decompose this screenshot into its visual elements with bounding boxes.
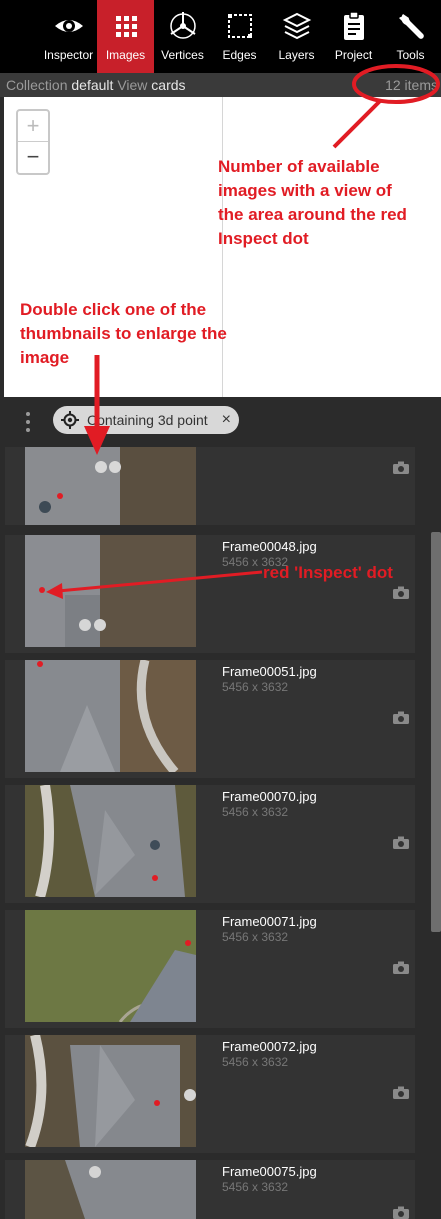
image-dimensions: 5456 x 3632 [222,805,289,819]
vertices-icon [169,12,196,39]
image-thumbnail[interactable] [25,1160,196,1219]
image-filename: Frame00070.jpg [222,789,317,804]
camera-icon[interactable] [393,1206,409,1219]
clipboard-icon [343,11,364,40]
tool-project[interactable]: Project [325,0,382,73]
eye-icon [54,20,83,32]
image-filename: Frame00048.jpg [222,539,317,554]
zoom-in-button[interactable]: + [18,111,48,142]
camera-icon[interactable] [393,836,409,849]
image-dimensions: 5456 x 3632 [222,680,289,694]
tool-images[interactable]: Images [97,0,154,73]
tool-tools[interactable]: Tools [382,0,439,73]
image-filename: Frame00071.jpg [222,914,317,929]
image-card[interactable] [5,447,415,525]
zoom-out-button[interactable]: − [18,142,48,173]
collection-bar: Collection default View cards 12 items [0,73,441,97]
tool-label: Inspector [43,48,94,62]
image-card[interactable]: Frame00075.jpg 5456 x 3632 [5,1160,415,1219]
tool-layers[interactable]: Layers [268,0,325,73]
tool-inspector[interactable]: Inspector [40,0,97,73]
filter-bar: Containing 3d point × [0,397,441,447]
tool-label: Edges [222,48,257,62]
annotation-dot-note: red 'Inspect' dot [263,563,393,582]
camera-icon[interactable] [393,961,409,974]
zoom-control: + − [16,109,50,175]
item-count: 12 items [385,77,438,93]
camera-icon[interactable] [393,586,409,599]
more-options-icon[interactable] [24,412,32,434]
annotation-thumbnail-note: Double click one of the thumbnails to en… [20,300,227,367]
tool-label: Project [334,48,373,62]
view-select[interactable]: cards [151,77,185,93]
filter-chip-label: Containing 3d point [87,412,208,428]
image-filename: Frame00075.jpg [222,1164,317,1179]
image-card[interactable]: Frame00071.jpg 5456 x 3632 [5,910,415,1028]
camera-icon[interactable] [393,461,409,474]
image-card[interactable]: Frame00070.jpg 5456 x 3632 [5,785,415,903]
tool-label: Tools [396,48,425,62]
tool-label: Layers [278,48,315,62]
edges-icon [227,14,252,38]
tool-edges[interactable]: Edges [211,0,268,73]
annotation-count-note: Number of available images with a view o… [218,157,407,248]
filter-chip[interactable]: Containing 3d point × [53,406,239,434]
close-icon[interactable]: × [222,406,231,434]
view-label: View [117,77,148,93]
image-thumbnail[interactable] [25,1035,196,1147]
layers-icon [282,12,311,40]
image-thumbnail[interactable] [25,535,196,647]
collection-label: Collection [6,77,68,93]
list-scrollbar[interactable] [431,532,441,932]
camera-icon[interactable] [393,1086,409,1099]
image-card[interactable]: Frame00048.jpg 5456 x 3632 [5,535,415,653]
image-thumbnail[interactable] [25,660,196,772]
image-dimensions: 5456 x 3632 [222,930,289,944]
image-card[interactable]: Frame00051.jpg 5456 x 3632 [5,660,415,778]
camera-icon[interactable] [393,711,409,724]
tool-label: Images [105,48,146,62]
image-card[interactable]: Frame00072.jpg 5456 x 3632 [5,1035,415,1153]
image-dimensions: 5456 x 3632 [222,1055,289,1069]
main-toolbar: Inspector Images Vertices Edges Layers P… [0,0,441,73]
image-thumbnail[interactable] [25,447,196,525]
collection-select[interactable]: default [71,77,113,93]
wrench-icon [398,14,424,39]
tool-label: Vertices [161,48,204,62]
crosshair-icon [61,411,79,429]
image-filename: Frame00072.jpg [222,1039,317,1054]
image-thumbnail[interactable] [25,785,196,897]
image-thumbnail[interactable] [25,910,196,1022]
image-dimensions: 5456 x 3632 [222,1180,289,1194]
image-filename: Frame00051.jpg [222,664,317,679]
tool-vertices[interactable]: Vertices [154,0,211,73]
grid-icon [115,16,137,37]
